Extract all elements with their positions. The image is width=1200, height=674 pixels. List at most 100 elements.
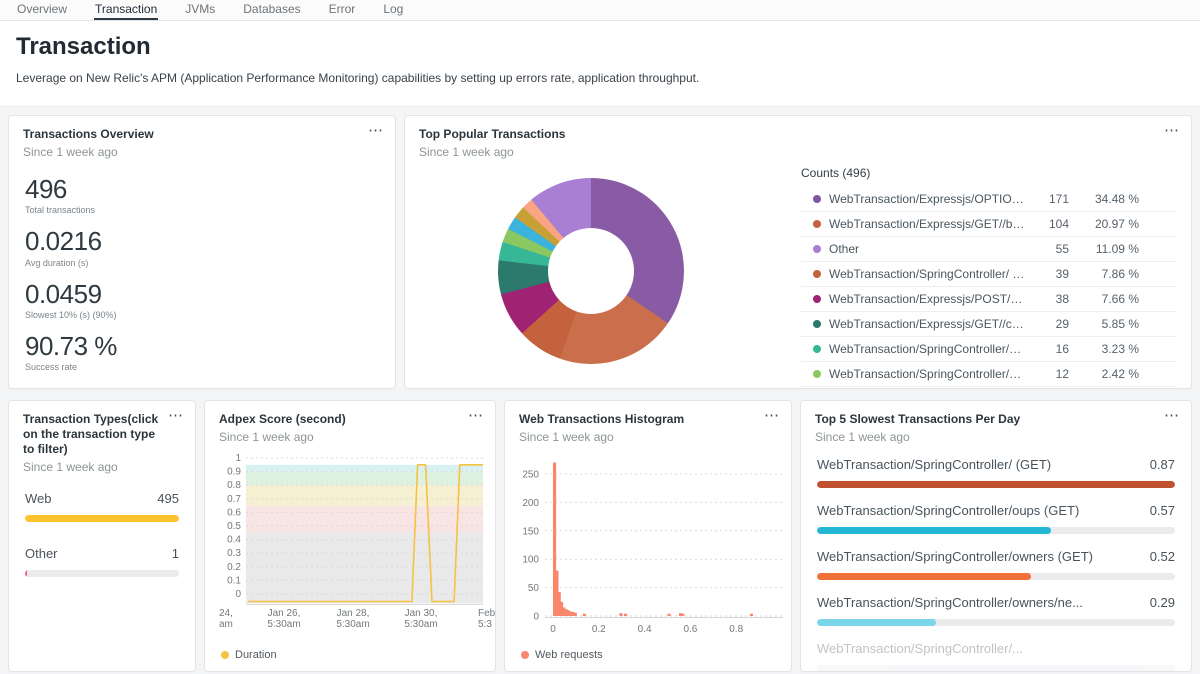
slowest-transaction-label: WebTransaction/SpringController/ (GET) [817, 457, 1051, 472]
ellipsis-icon[interactable]: ⋯ [1164, 408, 1179, 423]
metric: 496Total transactions [25, 176, 379, 215]
panel-timerange: Since 1 week ago [419, 145, 1177, 159]
legend-row[interactable]: Other5511.09 % [801, 237, 1177, 262]
legend-transaction-name: WebTransaction/Expressjs/GET//book/searc… [829, 217, 1025, 231]
svg-text:24,am: 24,am [219, 608, 233, 630]
transaction-type-row[interactable]: Other1 [25, 546, 179, 577]
metric: 9.27 %Failed rate [25, 385, 379, 389]
svg-text:250: 250 [522, 470, 539, 481]
legend-count: 12 [1025, 367, 1069, 381]
transaction-type-bar-fill [25, 515, 179, 522]
ellipsis-icon[interactable]: ⋯ [764, 408, 779, 423]
slowest-transaction-bar-track [817, 573, 1175, 580]
metric: 0.0459 Slowest 10% (s) (90%) [25, 281, 379, 320]
legend-color-dot [813, 345, 821, 353]
slowest-transaction-bar-fill [817, 527, 1051, 534]
tab-transaction[interactable]: Transaction [94, 0, 158, 20]
metrics-list: 496Total transactions 0.0216Avg duration … [9, 159, 395, 389]
slowest-transaction-bar-track [817, 665, 1175, 672]
svg-text:0.2: 0.2 [592, 624, 606, 635]
ellipsis-icon[interactable]: ⋯ [1164, 123, 1179, 138]
legend-color-dot [813, 245, 821, 253]
transaction-type-rows: Web 495 Other1 [9, 491, 195, 577]
tab-bar: Overview Transaction JVMs Databases Error Log [0, 0, 1200, 21]
tab-overview[interactable]: Overview [16, 0, 68, 20]
svg-text:Jan 30,5:30am: Jan 30,5:30am [404, 608, 437, 630]
metric-value: 0.0459 [25, 281, 379, 308]
web-requests-legend-label: Web requests [535, 649, 603, 661]
ellipsis-icon[interactable]: ⋯ [168, 408, 183, 423]
legend-row[interactable]: WebTransaction/Expressjs/POST//user/logi… [801, 287, 1177, 312]
slowest-transaction-row[interactable]: WebTransaction/SpringController/... [817, 641, 1175, 672]
legend-row[interactable]: WebTransaction/SpringController/ (GET)39… [801, 262, 1177, 287]
histogram-legend[interactable]: Web requests [521, 649, 603, 661]
legend-percent: 20.97 % [1069, 217, 1139, 231]
legend-row[interactable]: WebTransaction/SpringController/owners/f… [801, 337, 1177, 362]
slowest-transaction-label: WebTransaction/SpringController/oups (GE… [817, 503, 1079, 518]
donut-chart[interactable] [498, 178, 684, 364]
metric-label: Slowest 10% (s) (90%) [25, 310, 379, 320]
panel-timerange: Since 1 week ago [23, 460, 181, 474]
svg-text:0.8: 0.8 [227, 480, 241, 491]
legend-count: 29 [1025, 317, 1069, 331]
page-title: Transaction [16, 33, 1184, 61]
panel-timerange: Since 1 week ago [23, 145, 381, 159]
svg-text:0.2: 0.2 [227, 562, 241, 573]
legend-row[interactable]: WebTransaction/Expressjs/GET//book/searc… [801, 212, 1177, 237]
transaction-type-bar-track [25, 515, 179, 522]
legend-count: 39 [1025, 267, 1069, 281]
metric: 90.73 %Success rate [25, 333, 379, 372]
legend-color-dot [813, 270, 821, 278]
slowest-transaction-row-header: WebTransaction/SpringController/owners (… [817, 549, 1175, 564]
adpex-legend[interactable]: Duration [221, 649, 277, 661]
panel-title: Transaction Types(click on the transacti… [23, 412, 181, 457]
legend-percent: 2.42 % [1069, 367, 1139, 381]
legend-percent: 34.48 % [1069, 192, 1139, 206]
svg-text:0.8: 0.8 [729, 624, 743, 635]
svg-text:0: 0 [550, 624, 556, 635]
svg-text:0.6: 0.6 [683, 624, 697, 635]
slowest-transaction-row-header: WebTransaction/SpringController/... [817, 641, 1175, 656]
slowest-transaction-bar-track [817, 527, 1175, 534]
legend-row[interactable]: WebTransaction/Expressjs/GET//cart/getSi… [801, 312, 1177, 337]
tab-log[interactable]: Log [382, 0, 404, 20]
slowest-transaction-row[interactable]: WebTransaction/SpringController/oups (GE… [817, 503, 1175, 534]
legend-color-dot [813, 370, 821, 378]
transaction-type-row[interactable]: Web 495 [25, 491, 179, 522]
svg-text:0.4: 0.4 [638, 624, 652, 635]
legend-color-dot [813, 295, 821, 303]
slowest-transaction-row[interactable]: WebTransaction/SpringController/owners/n… [817, 595, 1175, 626]
ellipsis-icon[interactable]: ⋯ [468, 408, 483, 423]
transaction-type-label: Web [25, 491, 52, 506]
tab-jvms[interactable]: JVMs [184, 0, 216, 20]
svg-text:1: 1 [235, 453, 241, 464]
panel-title: Transactions Overview [23, 127, 381, 142]
panel-header: Transaction Types(click on the transacti… [9, 401, 195, 474]
panel-timerange: Since 1 week ago [519, 430, 777, 444]
legend-row[interactable]: WebTransaction/Expressjs/OPTIONS//17134.… [801, 187, 1177, 212]
legend-percent: 11.09 % [1069, 242, 1139, 256]
tab-error[interactable]: Error [328, 0, 357, 20]
svg-text:100: 100 [522, 555, 539, 566]
slowest-transaction-row-header: WebTransaction/SpringController/oups (GE… [817, 503, 1175, 518]
slowest-transaction-row[interactable]: WebTransaction/SpringController/ (GET)0.… [817, 457, 1175, 488]
transaction-type-value: 495 [157, 491, 179, 506]
slowest-transaction-label: WebTransaction/SpringController/owners/n… [817, 595, 1083, 610]
slowest-transaction-bar-track [817, 481, 1175, 488]
legend-percent: 7.86 % [1069, 267, 1139, 281]
legend-transaction-name: WebTransaction/SpringController/owners/f… [829, 342, 1025, 356]
tab-databases[interactable]: Databases [242, 0, 301, 20]
panel-web-transactions-histogram: 25020015010050000.20.40.60.8 Web Transac… [504, 400, 792, 672]
ellipsis-icon[interactable]: ⋯ [368, 123, 383, 138]
slowest-transaction-bar-track [817, 619, 1175, 626]
svg-text:Jan 26,5:30am: Jan 26,5:30am [267, 608, 300, 630]
panel-title: Top Popular Transactions [419, 127, 1177, 142]
slowest-transaction-label: WebTransaction/SpringController/... [817, 641, 1023, 656]
legend-transaction-name: WebTransaction/SpringController/vets.htm… [829, 367, 1025, 381]
page-header: Transaction Leverage on New Relic's APM … [0, 21, 1200, 107]
metric: 0.0216Avg duration (s) [25, 228, 379, 267]
legend-row[interactable]: WebTransaction/SpringController/vets.htm… [801, 362, 1177, 387]
transaction-type-row-header: Web 495 [25, 491, 179, 506]
page-subtitle: Leverage on New Relic's APM (Application… [16, 71, 1184, 85]
slowest-transaction-row[interactable]: WebTransaction/SpringController/owners (… [817, 549, 1175, 580]
